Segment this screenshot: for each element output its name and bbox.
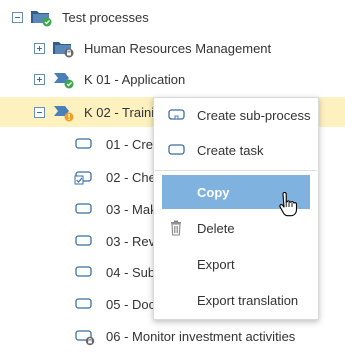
expand-toggle[interactable]	[34, 43, 45, 54]
menu-divider	[155, 170, 317, 171]
tree-item-label: K 01 - Application	[84, 72, 186, 87]
tree-item-label: K 02 - Trainin	[84, 105, 162, 120]
task-lock-icon	[75, 330, 95, 346]
menu-item-export-translation[interactable]: Export translation	[162, 283, 310, 317]
subprocess-icon	[168, 109, 185, 120]
menu-item-label: Export	[197, 257, 235, 272]
hand-cursor-icon	[279, 192, 297, 217]
tree-item-label: Test processes	[62, 10, 149, 25]
tree-item-label: Human Resources Management	[84, 41, 272, 56]
menu-item-label: Copy	[197, 185, 230, 200]
tree-row-k01[interactable]: K 01 - Application	[0, 64, 345, 94]
menu-item-label: Create task	[197, 143, 264, 158]
process-warning-icon	[54, 106, 74, 122]
task-icon	[75, 138, 92, 149]
process-check-icon	[54, 73, 74, 89]
folder-lock-icon	[53, 42, 74, 58]
menu-item-create-subprocess[interactable]: Create sub-process	[162, 98, 310, 132]
tree-item-label: 03 - Revi	[106, 234, 159, 249]
task-icon	[75, 266, 92, 277]
tree-item-label: 03 - Mak	[106, 202, 157, 217]
task-icon	[75, 203, 92, 214]
expand-toggle[interactable]	[34, 74, 45, 85]
task-icon	[75, 298, 92, 309]
task-icon	[168, 144, 185, 155]
menu-item-label: Export translation	[197, 293, 299, 308]
collapse-toggle[interactable]	[12, 12, 23, 23]
tree-item-label: 06 - Monitor investment activities	[106, 329, 296, 344]
folder-check-icon	[31, 11, 52, 27]
menu-item-create-task[interactable]: Create task	[162, 133, 310, 167]
tree-row-human-resources[interactable]: Human Resources Management	[0, 33, 345, 63]
trash-icon	[171, 220, 181, 236]
menu-item-label: Delete	[197, 221, 235, 236]
tree-row-test-processes[interactable]: Test processes	[0, 2, 345, 32]
task-check-icon	[74, 171, 92, 185]
tree-row-task-06[interactable]: 06 - Monitor investment activities	[0, 321, 345, 351]
menu-item-label: Create sub-process	[197, 108, 311, 123]
task-icon	[75, 235, 92, 246]
collapse-toggle[interactable]	[34, 107, 45, 118]
tree-item-label: 04 - Subr	[106, 265, 160, 280]
menu-item-export[interactable]: Export	[162, 247, 310, 281]
